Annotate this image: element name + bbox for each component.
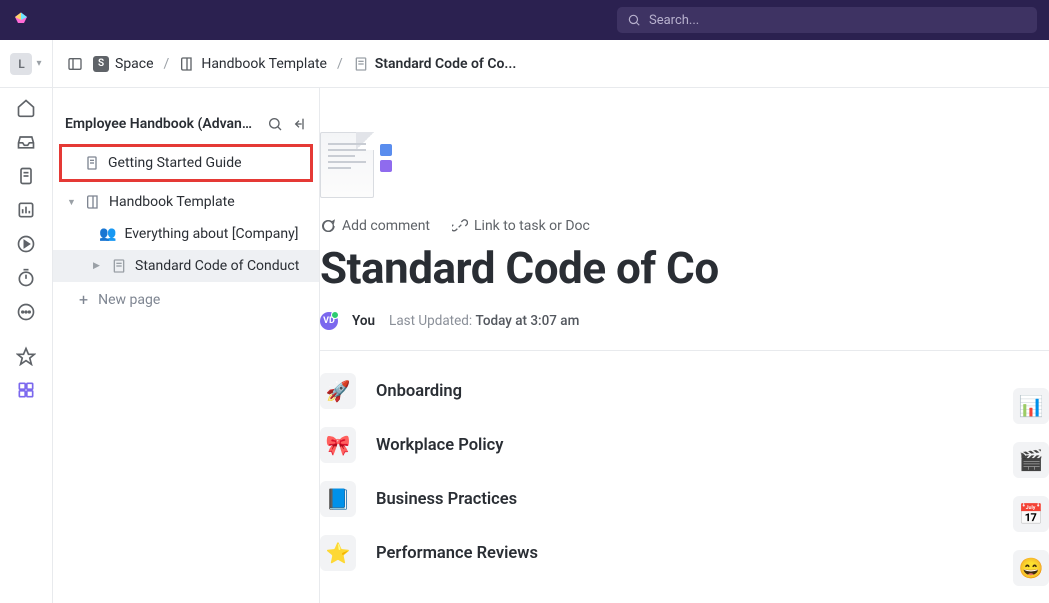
sidebar-header: Employee Handbook (Advanc... — [53, 116, 319, 144]
updated-label: Last Updated: — [389, 313, 472, 329]
divider — [320, 350, 1049, 351]
breadcrumb-sep: / — [337, 56, 343, 72]
breadcrumb-sep: / — [164, 56, 170, 72]
doc-action-bar: Add comment Link to task or Doc — [320, 218, 1049, 234]
clapper-emoji-icon[interactable]: 🎬 — [1013, 442, 1049, 478]
sidebar-item-getting-started[interactable]: Getting Started Guide — [62, 147, 310, 179]
comment-icon — [320, 218, 336, 234]
workspace-avatar: L — [10, 53, 32, 75]
sidebar-item-everything-about[interactable]: 👥 Everything about [Company] — [53, 218, 319, 250]
sidebar-item-label: Standard Code of Conduct — [135, 258, 299, 274]
sidebar-title: Employee Handbook (Advanc... — [65, 116, 259, 132]
chart-emoji-icon[interactable]: 📊 — [1013, 388, 1049, 424]
new-page-button[interactable]: + New page — [53, 282, 319, 318]
doc-cover-icon[interactable] — [320, 132, 392, 204]
docs-icon[interactable] — [16, 166, 36, 186]
author-avatar[interactable]: VD — [320, 312, 338, 330]
search-placeholder: Search... — [649, 13, 699, 28]
section-label: Workplace Policy — [376, 436, 503, 455]
more-icon[interactable] — [16, 302, 36, 322]
new-page-label: New page — [98, 292, 160, 308]
breadcrumb-label: Space — [115, 56, 154, 72]
section-business-practices[interactable]: 📘 Business Practices — [320, 481, 1049, 517]
section-label: Performance Reviews — [376, 544, 538, 563]
author-name: You — [352, 313, 375, 329]
sidebar-tree: Getting Started Guide ▼ Handbook Templat… — [53, 144, 319, 318]
page-icon — [84, 155, 100, 171]
topbar: Search... — [0, 0, 1049, 40]
book-emoji-icon: 📘 — [320, 481, 356, 517]
breadcrumb-current[interactable]: Standard Code of Co... — [353, 56, 517, 72]
breadcrumb-space[interactable]: S Space — [93, 56, 154, 72]
book-icon — [85, 194, 101, 210]
chevron-down-icon: ▼ — [67, 197, 77, 208]
section-label: Business Practices — [376, 490, 517, 509]
home-icon[interactable] — [16, 98, 36, 118]
sidebar-item-label: Handbook Template — [109, 194, 235, 210]
breadcrumb-template[interactable]: Handbook Template — [179, 56, 327, 72]
nav-rail — [0, 88, 53, 603]
section-workplace-policy[interactable]: 🎀 Workplace Policy — [320, 427, 1049, 463]
search-input[interactable]: Search... — [617, 7, 1037, 33]
bow-icon: 🎀 — [320, 427, 356, 463]
panel-toggle[interactable] — [67, 56, 83, 72]
subheader: L ▾ S Space / Handbook Template / Standa… — [0, 40, 1049, 88]
link-task-button[interactable]: Link to task or Doc — [452, 218, 590, 234]
doc-meta: VD You Last Updated: Today at 3:07 am — [320, 312, 1049, 330]
calendar-emoji-icon[interactable]: 📅 — [1013, 496, 1049, 532]
dashboards-icon[interactable] — [16, 200, 36, 220]
sidebar-item-standard-code[interactable]: ▶ Standard Code of Conduct — [53, 250, 319, 282]
apps-icon[interactable] — [16, 380, 36, 400]
sidebar: Employee Handbook (Advanc... Getting Sta… — [53, 88, 320, 603]
panel-icon — [67, 56, 83, 72]
space-chip-icon: S — [93, 56, 109, 72]
clips-icon[interactable] — [16, 234, 36, 254]
sidebar-item-label: Everything about [Company] — [124, 226, 298, 242]
plus-icon: + — [79, 292, 88, 308]
doc-body: Add comment Link to task or Doc Standard… — [320, 132, 1049, 571]
star-emoji-icon: ⭐ — [320, 535, 356, 571]
main-content: Add comment Link to task or Doc Standard… — [320, 88, 1049, 603]
sidebar-item-label: Getting Started Guide — [108, 155, 242, 171]
search-container: Search... — [617, 7, 1037, 33]
company-emoji-icon: 👥 — [99, 226, 116, 242]
breadcrumb-label: Standard Code of Co... — [375, 56, 517, 72]
search-icon — [627, 13, 641, 27]
add-comment-button[interactable]: Add comment — [320, 218, 430, 234]
section-onboarding[interactable]: 🚀 Onboarding — [320, 373, 1049, 409]
sidebar-item-handbook-template[interactable]: ▼ Handbook Template — [53, 186, 319, 218]
updated-value: Today at 3:07 am — [476, 313, 580, 329]
rocket-icon: 🚀 — [320, 373, 356, 409]
smile-emoji-icon[interactable]: 😄 — [1013, 550, 1049, 586]
doc-icon — [111, 258, 127, 274]
app-logo[interactable] — [12, 11, 30, 29]
workspace-switcher[interactable]: L ▾ — [0, 40, 53, 87]
link-task-label: Link to task or Doc — [474, 218, 590, 234]
favorites-icon[interactable] — [16, 346, 36, 366]
page-title[interactable]: Standard Code of Co — [320, 242, 1049, 294]
section-label: Onboarding — [376, 382, 462, 401]
timer-icon[interactable] — [16, 268, 36, 288]
inbox-icon[interactable] — [16, 132, 36, 152]
chevron-right-icon: ▶ — [93, 261, 103, 271]
link-icon — [452, 218, 468, 234]
breadcrumb-label: Handbook Template — [201, 56, 327, 72]
collapse-sidebar-icon[interactable] — [291, 116, 307, 132]
highlighted-item: Getting Started Guide — [59, 144, 313, 182]
breadcrumb: S Space / Handbook Template / Standard C… — [53, 56, 516, 72]
book-icon — [179, 56, 195, 72]
chevron-down-icon: ▾ — [36, 58, 41, 69]
add-comment-label: Add comment — [342, 218, 430, 234]
doc-icon — [353, 56, 369, 72]
section-list: 🚀 Onboarding 🎀 Workplace Policy 📘 Busine… — [320, 373, 1049, 571]
sidebar-search-icon[interactable] — [267, 116, 283, 132]
section-performance-reviews[interactable]: ⭐ Performance Reviews — [320, 535, 1049, 571]
layout: Employee Handbook (Advanc... Getting Sta… — [0, 88, 1049, 603]
right-section-icons: 📊 🎬 📅 😄 — [1013, 388, 1049, 586]
